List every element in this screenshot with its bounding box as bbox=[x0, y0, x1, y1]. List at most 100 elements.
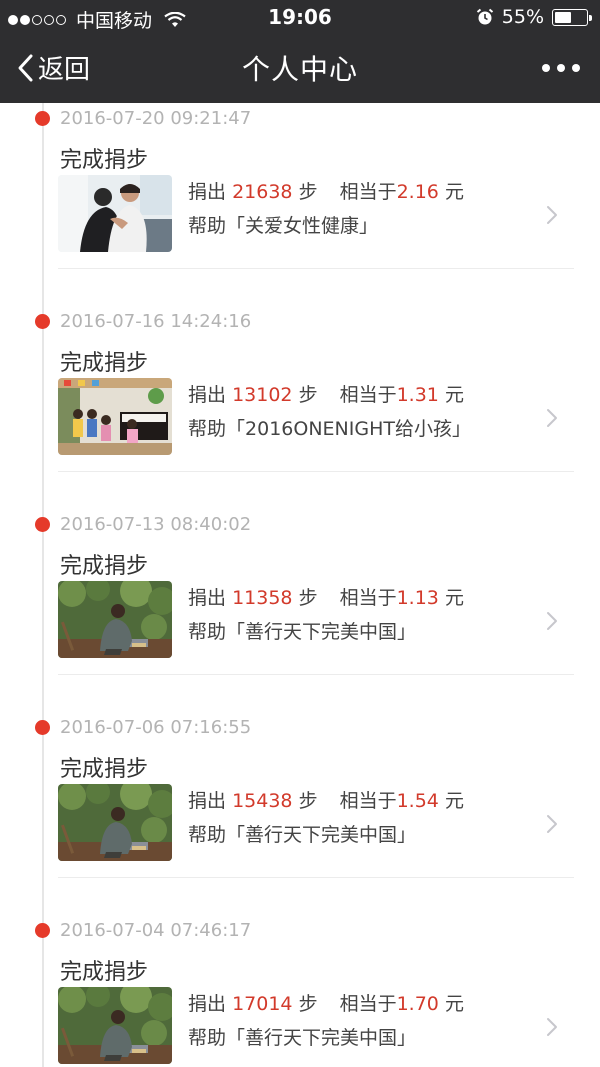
donated-label: 捐出 bbox=[188, 993, 227, 1015]
entry-date: 2016-07-04 07:46:17 bbox=[60, 920, 252, 941]
entry-action: 完成捐步 bbox=[60, 554, 149, 579]
timeline-entry-1: 2016-07-20 09:21:47 完成捐步 捐出 21638 步相当于2.… bbox=[0, 103, 600, 306]
project-name: 「2016ONENIGHT给小孩」 bbox=[226, 418, 471, 440]
children-classroom-photo bbox=[58, 378, 172, 455]
yuan-unit: 元 bbox=[444, 384, 464, 406]
entry-action: 完成捐步 bbox=[60, 351, 149, 376]
chevron-right-icon bbox=[547, 206, 557, 224]
help-label: 帮助 bbox=[188, 418, 227, 440]
project-line: 帮助「2016ONENIGHT给小孩」 bbox=[188, 414, 471, 441]
project-line: 帮助「善行天下完美中国」 bbox=[188, 1023, 416, 1050]
entry-action: 完成捐步 bbox=[60, 960, 149, 985]
timeline-entry-3: 2016-07-13 08:40:02 完成捐步 捐出 11358 步相当于1.… bbox=[0, 509, 600, 712]
entry-date: 2016-07-20 09:21:47 bbox=[60, 108, 252, 129]
timeline-dot bbox=[35, 923, 50, 938]
amount-value: 2.16 bbox=[396, 181, 439, 203]
yuan-unit: 元 bbox=[444, 587, 464, 609]
donated-label: 捐出 bbox=[188, 587, 227, 609]
entry-action: 完成捐步 bbox=[60, 757, 149, 782]
equivalent-label: 相当于 bbox=[339, 993, 397, 1015]
page-title: 个人中心 bbox=[241, 53, 358, 86]
steps-value: 21638 bbox=[232, 181, 293, 203]
timeline-entry-2: 2016-07-16 14:24:16 完成捐步 捐出 13102 步相当于1.… bbox=[0, 306, 600, 509]
donation-summary: 捐出 21638 步相当于2.16 元 bbox=[188, 177, 464, 204]
steps-unit: 步 bbox=[298, 181, 318, 203]
project-name: 「善行天下完美中国」 bbox=[226, 1027, 417, 1049]
more-dot-icon bbox=[557, 64, 565, 72]
steps-unit: 步 bbox=[298, 384, 318, 406]
entry-date: 2016-07-06 07:16:55 bbox=[60, 717, 252, 738]
more-dot-icon bbox=[572, 64, 580, 72]
project-line: 帮助「善行天下完美中国」 bbox=[188, 617, 416, 644]
navigation-bar: 返回 个人中心 bbox=[0, 34, 600, 103]
chevron-right-icon bbox=[547, 612, 557, 630]
status-bar-right: 55% bbox=[476, 6, 592, 28]
entry-divider bbox=[58, 674, 574, 675]
timeline-entry-5: 2016-07-04 07:46:17 完成捐步 捐出 17014 步相当于1.… bbox=[0, 915, 600, 1067]
battery-icon bbox=[552, 8, 592, 26]
steps-value: 11358 bbox=[232, 587, 293, 609]
chevron-right-icon bbox=[547, 815, 557, 833]
battery-fill bbox=[555, 11, 571, 23]
donation-summary: 捐出 17014 步相当于1.70 元 bbox=[188, 989, 464, 1016]
steps-value: 13102 bbox=[232, 384, 293, 406]
project-line: 帮助「关爱女性健康」 bbox=[188, 211, 378, 238]
steps-value: 15438 bbox=[232, 790, 293, 812]
help-label: 帮助 bbox=[188, 824, 227, 846]
steps-unit: 步 bbox=[298, 993, 318, 1015]
more-options-button[interactable] bbox=[542, 64, 580, 72]
amount-value: 1.54 bbox=[396, 790, 439, 812]
timeline-dot bbox=[35, 517, 50, 532]
entry-date: 2016-07-13 08:40:02 bbox=[60, 514, 252, 535]
donation-timeline[interactable]: 2016-07-20 09:21:47 完成捐步 捐出 21638 步相当于2.… bbox=[0, 103, 600, 1067]
entry-divider bbox=[58, 877, 574, 878]
yuan-unit: 元 bbox=[444, 181, 464, 203]
donation-card[interactable]: 捐出 21638 步相当于2.16 元 帮助「关爱女性健康」 bbox=[58, 175, 574, 255]
yuan-unit: 元 bbox=[444, 790, 464, 812]
donation-card[interactable]: 捐出 11358 步相当于1.13 元 帮助「善行天下完美中国」 bbox=[58, 581, 574, 661]
entry-date: 2016-07-16 14:24:16 bbox=[60, 311, 252, 332]
donation-summary: 捐出 11358 步相当于1.13 元 bbox=[188, 583, 464, 610]
yuan-unit: 元 bbox=[444, 993, 464, 1015]
help-label: 帮助 bbox=[188, 621, 227, 643]
status-bar: 中国移动 19:06 55% bbox=[0, 0, 600, 34]
entry-action: 完成捐步 bbox=[60, 148, 149, 173]
elderly-man-garden-photo bbox=[58, 987, 172, 1064]
amount-value: 1.13 bbox=[396, 587, 439, 609]
project-name: 「善行天下完美中国」 bbox=[226, 824, 417, 846]
more-dot-icon bbox=[542, 64, 550, 72]
equivalent-label: 相当于 bbox=[339, 587, 397, 609]
donation-summary: 捐出 13102 步相当于1.31 元 bbox=[188, 380, 464, 407]
elderly-man-garden-photo bbox=[58, 784, 172, 861]
steps-unit: 步 bbox=[298, 790, 318, 812]
timeline-entry-4: 2016-07-06 07:16:55 完成捐步 捐出 15438 步相当于1.… bbox=[0, 712, 600, 915]
steps-unit: 步 bbox=[298, 587, 318, 609]
women-embrace-photo bbox=[58, 175, 172, 252]
steps-value: 17014 bbox=[232, 993, 293, 1015]
amount-value: 1.70 bbox=[396, 993, 439, 1015]
donated-label: 捐出 bbox=[188, 181, 227, 203]
equivalent-label: 相当于 bbox=[339, 384, 397, 406]
donation-card[interactable]: 捐出 17014 步相当于1.70 元 帮助「善行天下完美中国」 bbox=[58, 987, 574, 1067]
chevron-right-icon bbox=[547, 1018, 557, 1036]
timeline-dot bbox=[35, 720, 50, 735]
chevron-right-icon bbox=[547, 409, 557, 427]
donation-card[interactable]: 捐出 15438 步相当于1.54 元 帮助「善行天下完美中国」 bbox=[58, 784, 574, 864]
help-label: 帮助 bbox=[188, 1027, 227, 1049]
project-name: 「关爱女性健康」 bbox=[226, 215, 379, 237]
battery-tip bbox=[589, 14, 592, 21]
project-name: 「善行天下完美中国」 bbox=[226, 621, 417, 643]
entry-divider bbox=[58, 268, 574, 269]
battery-percent: 55% bbox=[501, 6, 544, 28]
amount-value: 1.31 bbox=[396, 384, 439, 406]
equivalent-label: 相当于 bbox=[339, 790, 397, 812]
elderly-man-garden-photo bbox=[58, 581, 172, 658]
equivalent-label: 相当于 bbox=[339, 181, 397, 203]
help-label: 帮助 bbox=[188, 215, 227, 237]
donated-label: 捐出 bbox=[188, 384, 227, 406]
alarm-clock-icon bbox=[476, 8, 493, 25]
donation-card[interactable]: 捐出 13102 步相当于1.31 元 帮助「2016ONENIGHT给小孩」 bbox=[58, 378, 574, 458]
donation-summary: 捐出 15438 步相当于1.54 元 bbox=[188, 786, 464, 813]
entry-divider bbox=[58, 471, 574, 472]
timeline-dot bbox=[35, 111, 50, 126]
